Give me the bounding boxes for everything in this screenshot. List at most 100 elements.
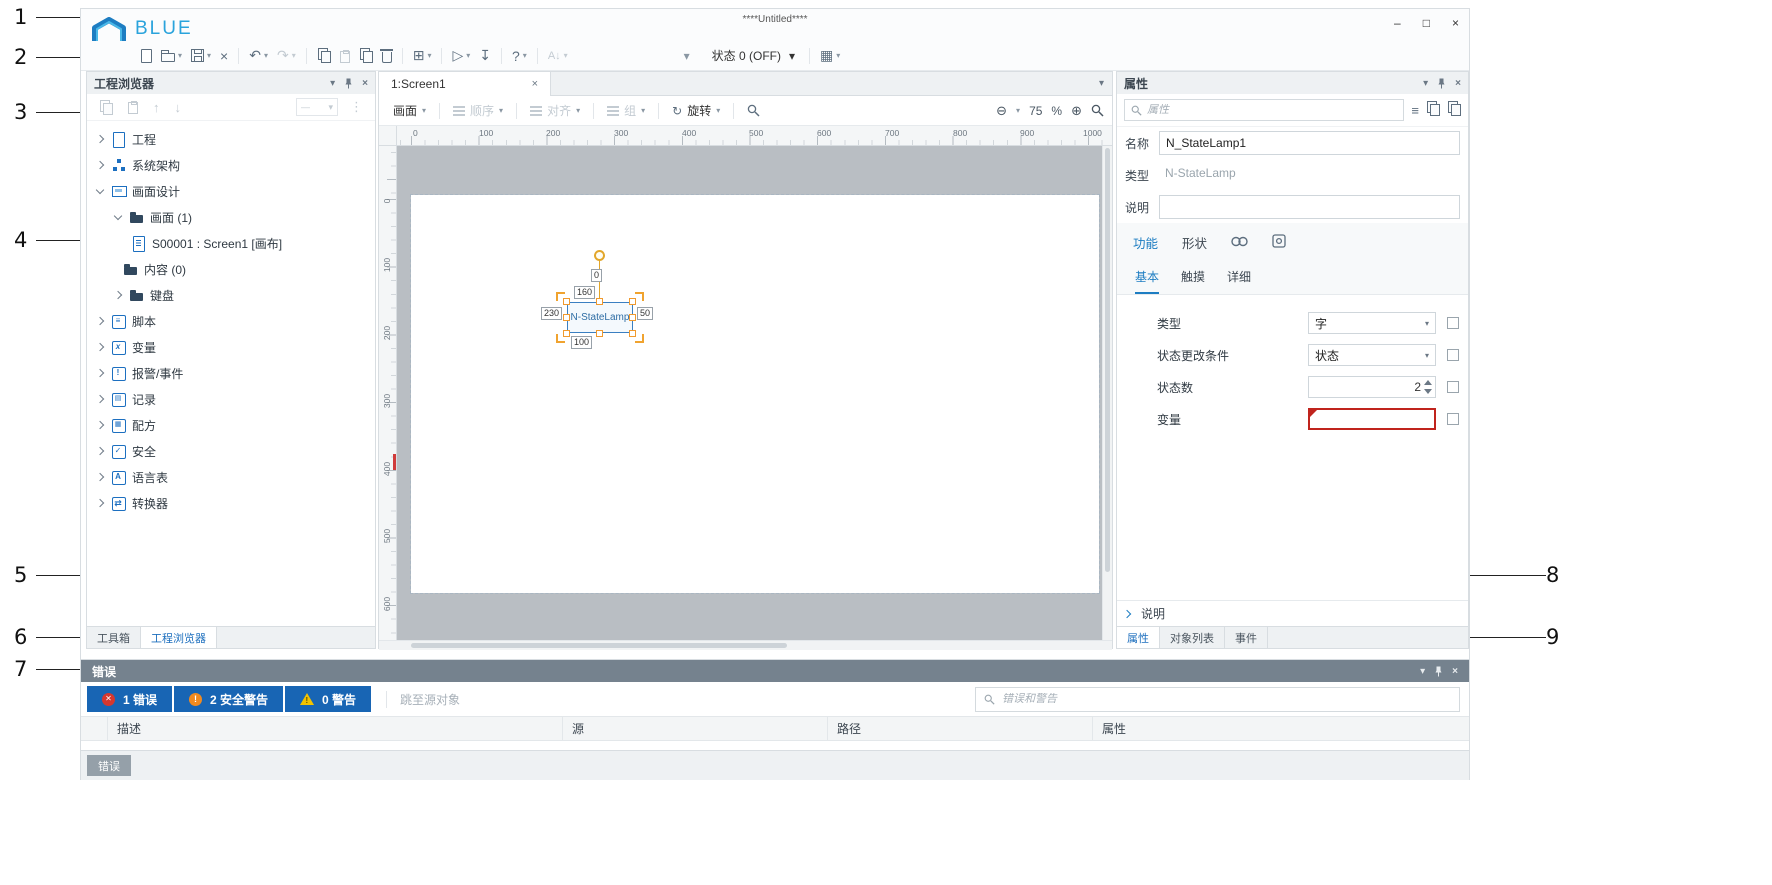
expand-chevron-icon[interactable] xyxy=(1124,610,1132,618)
subtab-basic[interactable]: 基本 xyxy=(1135,268,1159,294)
open-button[interactable]: ▾ xyxy=(157,44,186,68)
screen-menu-button[interactable]: 画面▾ xyxy=(387,99,432,123)
horizontal-scrollbar[interactable] xyxy=(379,640,1112,650)
panel-menu-icon[interactable]: ▾ xyxy=(330,78,335,89)
pin-icon[interactable] xyxy=(1434,666,1443,677)
type-checkbox[interactable] xyxy=(1447,317,1459,329)
col-source[interactable]: 源 xyxy=(563,717,828,740)
variable-checkbox[interactable] xyxy=(1447,413,1459,425)
tree-item-recipes[interactable]: 配方 xyxy=(87,412,375,438)
tab-list-icon[interactable]: ▾ xyxy=(1099,78,1104,89)
tab-toolbox[interactable]: 工具箱 xyxy=(87,627,141,648)
design-canvas[interactable]: N-StateLamp 0 160 230 xyxy=(397,146,1102,640)
tree-item-system-architecture[interactable]: 系统架构 xyxy=(87,152,375,178)
state-count-stepper[interactable]: 2 xyxy=(1308,376,1436,398)
tab-screen1[interactable]: 1:Screen1 × xyxy=(379,72,551,96)
pin-icon[interactable] xyxy=(344,78,353,89)
undo-button[interactable]: ↶▾ xyxy=(245,44,272,68)
chevron-right-icon[interactable] xyxy=(95,446,105,456)
resize-handle-e[interactable] xyxy=(629,314,636,321)
state-count-checkbox[interactable] xyxy=(1447,381,1459,393)
tree-item-converter[interactable]: 转换器 xyxy=(87,490,375,516)
resize-handle-nw[interactable] xyxy=(563,298,570,305)
rotate-handle[interactable] xyxy=(594,250,605,261)
close-panel-icon[interactable]: × xyxy=(1452,666,1458,677)
tab-shape[interactable]: 形状 xyxy=(1182,233,1207,252)
properties-search-input[interactable] xyxy=(1147,104,1397,116)
minimize-button[interactable]: – xyxy=(1394,16,1401,30)
tree-item-language-table[interactable]: 语言表 xyxy=(87,464,375,490)
tree-item-screens-folder[interactable]: 画面 (1) xyxy=(87,204,375,230)
variable-field[interactable] xyxy=(1308,408,1436,430)
move-up-icon[interactable]: ↑ xyxy=(153,100,160,115)
tab-errors[interactable]: 错误 xyxy=(87,755,131,776)
tab-properties[interactable]: 属性 xyxy=(1117,627,1160,648)
tree-item-script[interactable]: 脚本 xyxy=(87,308,375,334)
vertical-scrollbar-thumb[interactable] xyxy=(1105,148,1110,572)
chevron-right-icon[interactable] xyxy=(95,342,105,352)
state-condition-select[interactable]: 状态▾ xyxy=(1308,344,1436,366)
close-project-button[interactable]: × xyxy=(216,44,232,68)
chevron-right-icon[interactable] xyxy=(95,368,105,378)
tab-settings-icon[interactable] xyxy=(1272,234,1286,251)
resize-handle-se[interactable] xyxy=(629,330,636,337)
filter-dropdown[interactable]: —▾ xyxy=(296,98,338,116)
chevron-right-icon[interactable] xyxy=(95,472,105,482)
zoom-fit-icon[interactable] xyxy=(1091,104,1104,117)
copy-item-icon[interactable] xyxy=(103,103,113,115)
security-warnings-filter-button[interactable]: !2 安全警告 xyxy=(174,686,283,712)
close-panel-icon[interactable]: × xyxy=(1455,78,1461,89)
stepper-up-icon[interactable] xyxy=(1424,380,1432,385)
sort-button[interactable]: A↓▾ xyxy=(544,44,572,68)
copy-properties-icon[interactable] xyxy=(1426,104,1440,116)
list-view-icon[interactable]: ≡ xyxy=(1411,103,1419,118)
table-button[interactable]: ▦▾ xyxy=(816,44,844,68)
run-button[interactable]: ▷▾ xyxy=(448,44,474,68)
state-condition-checkbox[interactable] xyxy=(1447,349,1459,361)
warnings-filter-button[interactable]: 0 警告 xyxy=(285,686,371,712)
duplicate-button[interactable] xyxy=(355,44,377,68)
rotate-button[interactable]: ↻旋转▾ xyxy=(666,99,726,123)
delete-button[interactable] xyxy=(378,44,396,68)
zoom-in-icon[interactable]: ⊕ xyxy=(1071,103,1082,119)
col-property[interactable]: 属性 xyxy=(1093,717,1469,740)
move-down-icon[interactable]: ↓ xyxy=(175,100,182,115)
tree-item-screen-design[interactable]: 画面设计 xyxy=(87,178,375,204)
errors-filter-button[interactable]: ✕1 错误 xyxy=(87,686,172,712)
tab-function[interactable]: 功能 xyxy=(1133,233,1158,252)
tab-close-icon[interactable]: × xyxy=(532,78,538,90)
device-dropdown[interactable]: ▾ xyxy=(619,45,697,67)
resize-handle-w[interactable] xyxy=(563,314,570,321)
chevron-down-icon[interactable] xyxy=(95,186,105,196)
panel-menu-icon[interactable]: ▾ xyxy=(1420,666,1425,677)
errors-search-input[interactable] xyxy=(1002,693,1451,705)
resize-handle-n[interactable] xyxy=(596,298,603,305)
chevron-right-icon[interactable] xyxy=(95,134,105,144)
chevron-down-icon[interactable] xyxy=(113,212,123,222)
tree-item-alarms-events[interactable]: 报警/事件 xyxy=(87,360,375,386)
screen-page[interactable] xyxy=(411,195,1099,593)
tree-item-security[interactable]: 安全 xyxy=(87,438,375,464)
tab-link-icon[interactable] xyxy=(1231,236,1248,250)
close-button[interactable]: × xyxy=(1452,16,1459,30)
tree-item-project[interactable]: 工程 xyxy=(87,126,375,152)
tree-item-variables[interactable]: 变量 xyxy=(87,334,375,360)
zoom-level[interactable]: 75 xyxy=(1029,104,1042,118)
zoom-out-icon[interactable]: ⊖ xyxy=(996,103,1007,119)
paste-item-icon[interactable] xyxy=(128,102,138,114)
tab-events[interactable]: 事件 xyxy=(1225,627,1268,648)
pin-icon[interactable] xyxy=(1437,78,1446,89)
subtab-touch[interactable]: 触摸 xyxy=(1181,268,1205,294)
chevron-right-icon[interactable] xyxy=(113,290,123,300)
chevron-right-icon[interactable] xyxy=(95,498,105,508)
tab-object-list[interactable]: 对象列表 xyxy=(1160,627,1225,648)
jump-to-source-button[interactable]: 跳至源对象 xyxy=(386,691,460,708)
download-button[interactable]: ↧ xyxy=(475,44,495,68)
tab-project-browser[interactable]: 工程浏览器 xyxy=(141,627,217,648)
paste-properties-icon[interactable] xyxy=(1447,104,1461,116)
description-field[interactable] xyxy=(1159,195,1460,219)
horizontal-scrollbar-thumb[interactable] xyxy=(411,643,787,648)
chevron-right-icon[interactable] xyxy=(95,394,105,404)
close-panel-icon[interactable]: × xyxy=(362,78,368,89)
resize-handle-s[interactable] xyxy=(596,330,603,337)
